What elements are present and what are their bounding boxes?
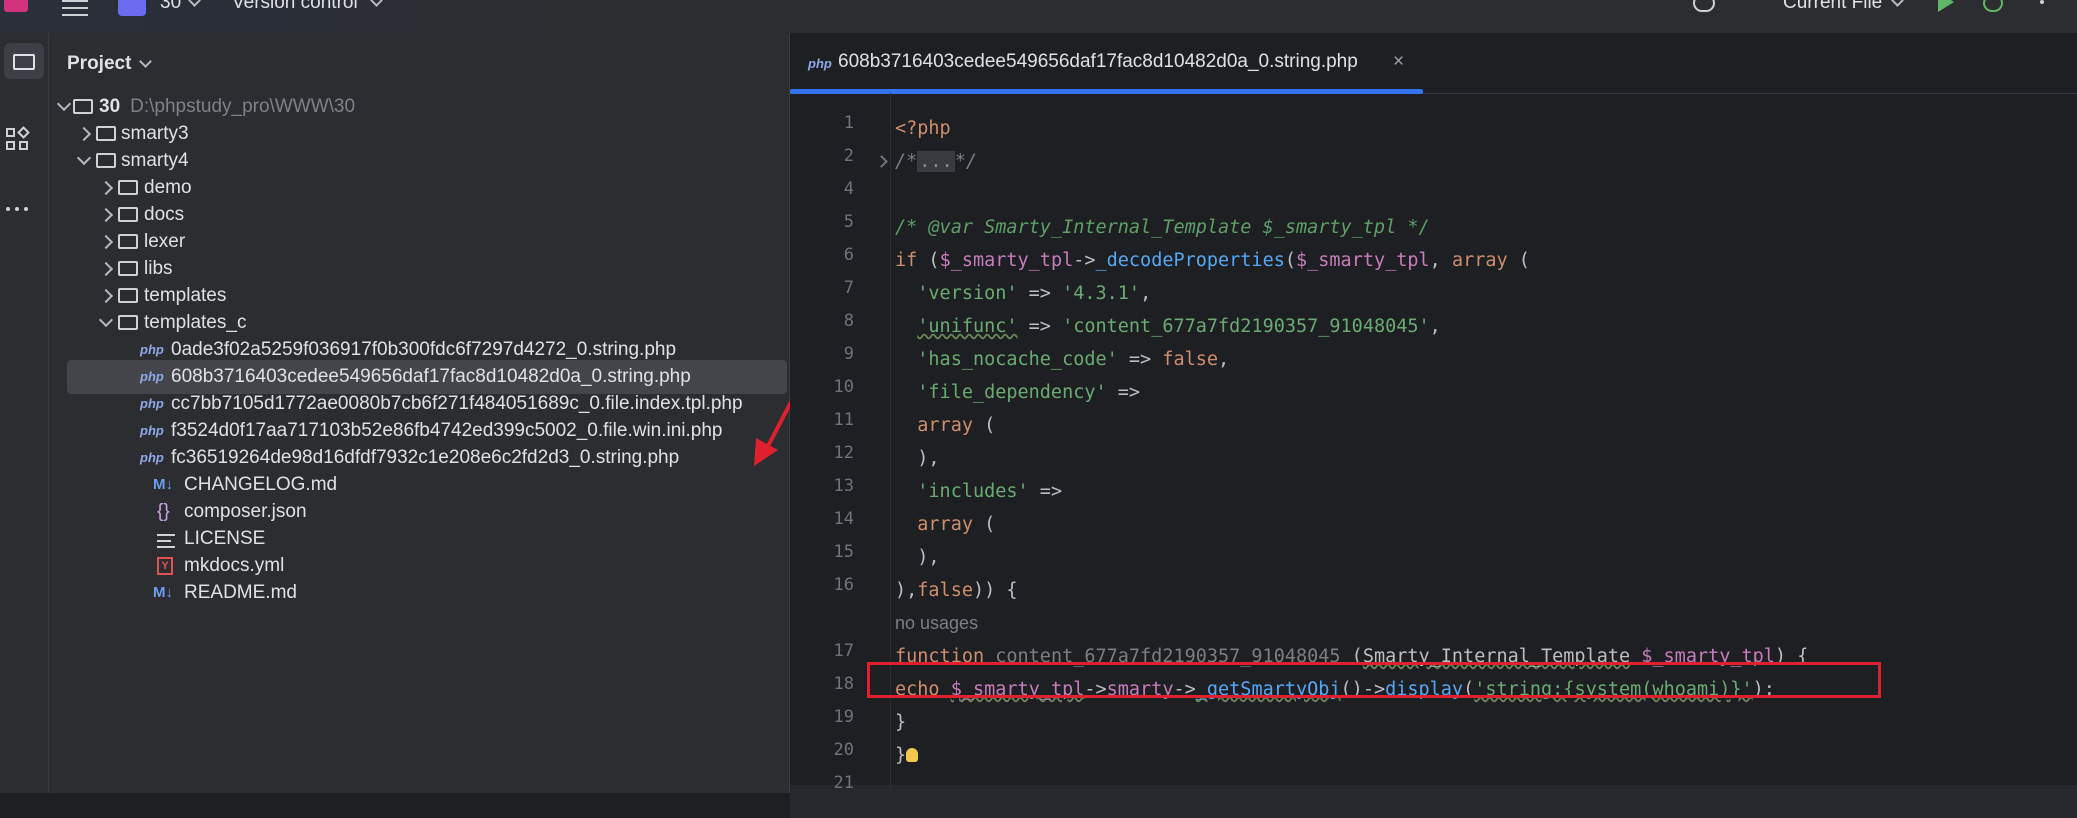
tab-label: 608b3716403cedee549656daf17fac8d10482d0a… <box>838 51 1358 72</box>
project-panel: Project 30 D:\phpstudy_pro\WWW\30 smarty3… <box>49 33 790 793</box>
version-control-menu[interactable]: Version control <box>232 0 358 14</box>
code-line-12[interactable]: ), <box>895 442 939 475</box>
chevron-down-icon[interactable] <box>98 312 114 328</box>
line-number: 15 <box>833 542 854 562</box>
tool-window-strip <box>0 33 49 793</box>
project-badge-icon[interactable] <box>118 0 146 16</box>
project-name[interactable]: 30 <box>160 0 181 14</box>
usage-hint[interactable]: no usages <box>895 607 978 640</box>
tree-file-readme[interactable]: M↓ README.md <box>49 576 789 610</box>
more-vertical-icon[interactable] <box>2040 0 2044 8</box>
line-number: 2 <box>843 146 854 166</box>
tree-item-label: README.md <box>184 582 297 603</box>
panel-title[interactable]: Project <box>67 53 131 75</box>
code-line-16[interactable]: ),false)) { <box>895 574 1018 607</box>
line-number: 8 <box>843 311 854 331</box>
code-line-7[interactable]: 'version' => '4.3.1', <box>895 277 1151 310</box>
code-line-19[interactable]: } <box>895 706 906 739</box>
chevron-down-icon[interactable] <box>139 55 152 68</box>
code-line-6[interactable]: if ($_smarty_tpl->_decodeProperties($_sm… <box>895 244 1530 277</box>
code-line-5[interactable]: /* @var Smarty_Internal_Template $_smart… <box>895 211 1430 244</box>
chevron-right-icon[interactable] <box>98 261 114 277</box>
line-number: 1 <box>843 113 854 133</box>
line-number: 9 <box>843 344 854 364</box>
yaml-file-icon: Y <box>157 557 173 575</box>
chevron-down-icon[interactable] <box>1891 0 1904 7</box>
structure-icon[interactable] <box>6 126 32 154</box>
code-line-1[interactable]: <?php <box>895 112 951 145</box>
folder-icon <box>118 234 138 249</box>
line-number: 11 <box>833 410 854 430</box>
more-horizontal-icon[interactable] <box>6 198 34 211</box>
code-line-15[interactable]: ), <box>895 541 939 574</box>
run-config-selector[interactable]: Current File <box>1783 0 1882 14</box>
line-number: 13 <box>833 476 854 496</box>
line-number: 6 <box>843 245 854 265</box>
chevron-down-icon[interactable] <box>188 0 201 7</box>
line-number: 18 <box>833 674 854 694</box>
main-menu-icon[interactable] <box>62 0 88 16</box>
chevron-down-icon[interactable] <box>56 96 72 112</box>
code-line-20[interactable]: } <box>895 739 919 772</box>
chevron-right-icon[interactable] <box>98 207 114 223</box>
bug-icon[interactable] <box>1693 0 1715 12</box>
app-logo-icon <box>4 0 28 12</box>
line-number: 7 <box>843 278 854 298</box>
line-number: 17 <box>833 641 854 661</box>
line-number: 10 <box>833 377 854 397</box>
code-line-11[interactable]: array ( <box>895 409 995 442</box>
line-number: 21 <box>833 773 854 793</box>
folder-icon <box>96 126 116 141</box>
markdown-file-icon: M↓ <box>153 584 173 601</box>
title-bar: 30 Version control Current File <box>0 0 2077 34</box>
folder-icon <box>118 288 138 303</box>
line-number: 5 <box>843 212 854 232</box>
current-line-highlight <box>790 785 2077 818</box>
editor-tab[interactable]: php 608b3716403cedee549656daf17fac8d1048… <box>790 33 1423 94</box>
line-number: 12 <box>833 443 854 463</box>
editor-tab-bar: php 608b3716403cedee549656daf17fac8d1048… <box>790 33 2077 94</box>
folder-icon <box>118 315 138 330</box>
root-name: 30 <box>99 96 121 117</box>
chevron-right-icon[interactable] <box>98 288 114 304</box>
close-icon[interactable]: × <box>1393 51 1404 73</box>
line-number: 20 <box>833 740 854 760</box>
folder-icon <box>96 153 116 168</box>
chevron-right-icon[interactable] <box>76 126 92 142</box>
folder-icon <box>118 261 138 276</box>
fold-expand-icon[interactable] <box>875 155 888 168</box>
debug-icon[interactable] <box>1983 0 2003 12</box>
chevron-right-icon[interactable] <box>98 180 114 196</box>
chevron-right-icon[interactable] <box>98 234 114 250</box>
php-file-icon: php <box>808 56 832 71</box>
annotation-highlight-box <box>867 662 1881 698</box>
line-number: 4 <box>843 179 854 199</box>
code-line-13[interactable]: 'includes' => <box>895 475 1062 508</box>
line-number: 16 <box>833 575 854 595</box>
root-path: D:\phpstudy_pro\WWW\30 <box>130 96 356 117</box>
lightbulb-icon[interactable] <box>906 748 919 762</box>
line-number: 19 <box>833 707 854 727</box>
project-folder-icon[interactable] <box>4 43 44 79</box>
folder-icon <box>118 207 138 222</box>
code-line-9[interactable]: 'has_nocache_code' => false, <box>895 343 1229 376</box>
chevron-down-icon[interactable] <box>370 0 383 7</box>
folder-icon <box>73 99 93 114</box>
code-line-10[interactable]: 'file_dependency' => <box>895 376 1140 409</box>
code-line-8[interactable]: 'unifunc' => 'content_677a7fd2190357_910… <box>895 310 1441 343</box>
run-icon[interactable] <box>1938 0 1954 12</box>
folded-region[interactable]: ... <box>917 151 955 172</box>
line-number: 14 <box>833 509 854 529</box>
code-line-2[interactable]: /*... */ <box>895 145 977 178</box>
code-line-14[interactable]: array ( <box>895 508 995 541</box>
folder-icon <box>118 180 138 195</box>
chevron-down-icon[interactable] <box>76 150 92 166</box>
